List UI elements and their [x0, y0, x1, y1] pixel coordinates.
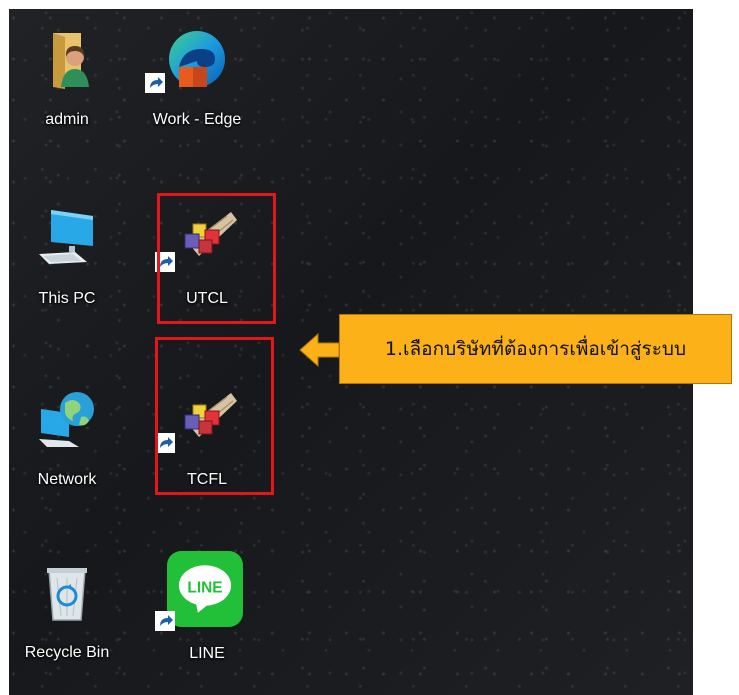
computer-monitor-icon	[39, 210, 93, 264]
recycle-bin-icon[interactable]: Recycle Bin	[17, 560, 113, 680]
admin-label: admin	[45, 111, 89, 128]
line-shortcut[interactable]: LINE LINE	[155, 551, 253, 671]
network-globe-icon	[39, 392, 94, 447]
work-edge-shortcut[interactable]: Work - Edge	[145, 27, 243, 147]
instruction-callout: 1.เลือกบริษัทที่ต้องการเพื่อเข้าสู่ระบบ	[339, 314, 732, 384]
tcfl-highlight-box	[155, 337, 274, 495]
line-app-icon: LINE	[167, 551, 243, 627]
line-label: LINE	[189, 645, 225, 662]
utcl-highlight-box	[157, 193, 276, 324]
callout-arrow-icon	[299, 332, 340, 368]
svg-text:LINE: LINE	[187, 580, 222, 597]
network-label: Network	[37, 471, 97, 488]
user-folder-icon	[53, 33, 89, 89]
this-pc-icon[interactable]: This PC	[17, 206, 113, 326]
shortcut-arrow-icon	[145, 73, 165, 93]
network-icon[interactable]: Network	[17, 387, 113, 507]
recycle-bin-label: Recycle Bin	[24, 644, 110, 661]
shortcut-arrow-icon	[155, 611, 175, 631]
this-pc-label: This PC	[38, 290, 96, 307]
recycle-bin-icon	[47, 568, 87, 621]
edge-browser-icon	[169, 31, 225, 87]
work-edge-label: Work - Edge	[152, 111, 242, 128]
admin-user-folder-icon[interactable]: admin	[17, 27, 113, 147]
